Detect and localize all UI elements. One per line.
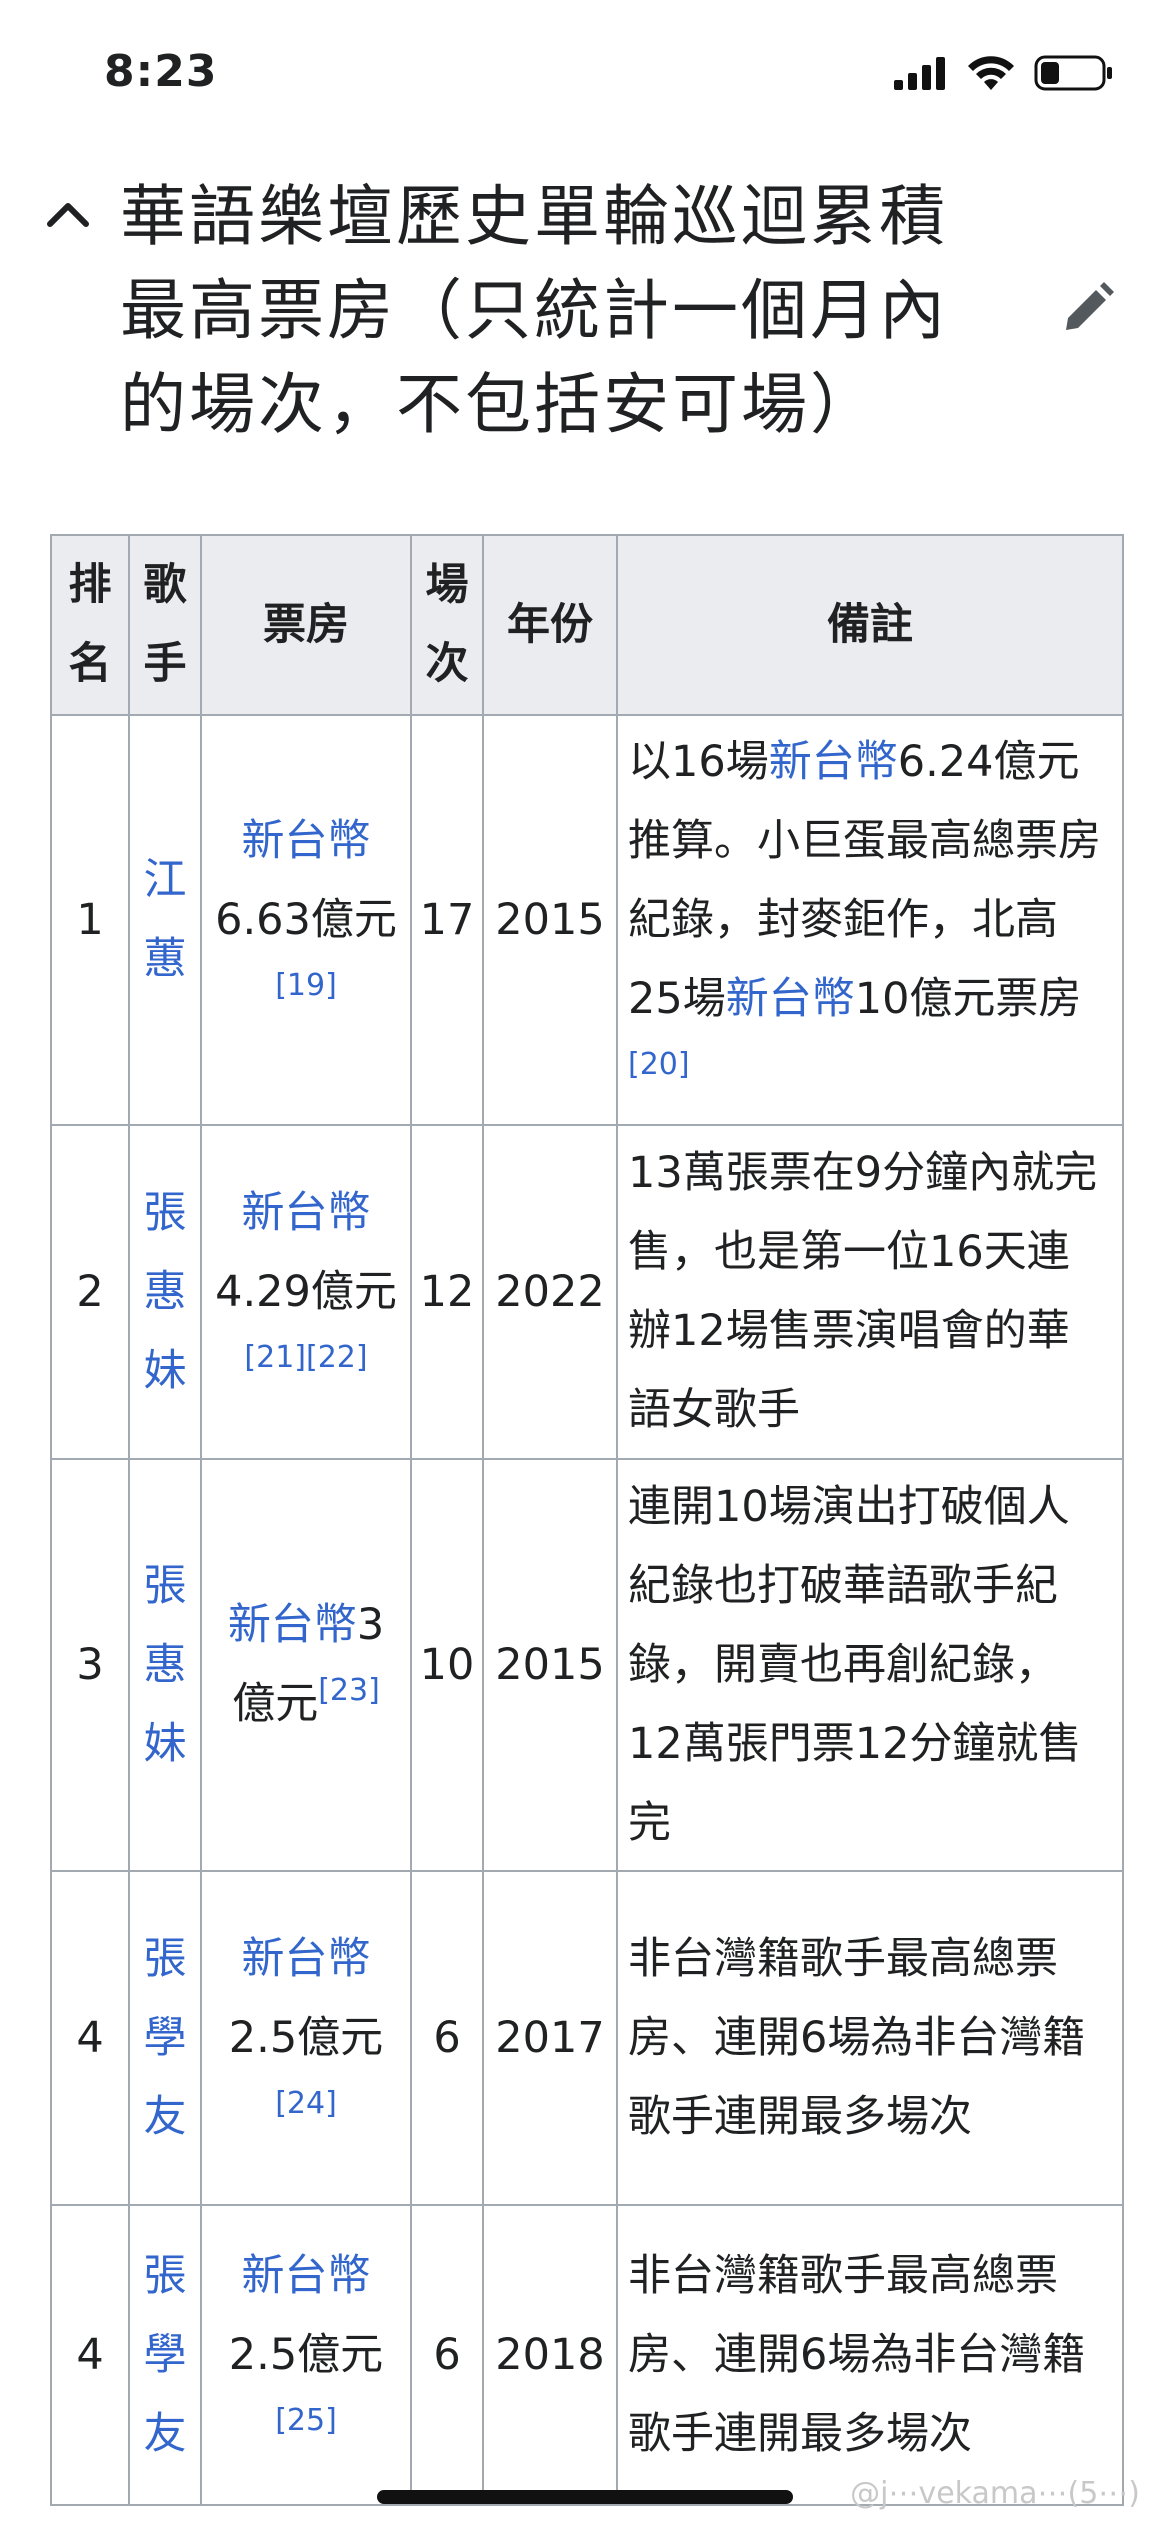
battery-icon (1034, 55, 1112, 91)
header-rank[interactable]: 排名 (50, 534, 130, 716)
page: 8:23 華語樂壇歷史單輪巡迴累積最高票房（只統計一個月內的場次，不包括安可場）… (0, 0, 1170, 2532)
section-heading: 華語樂壇歷史單輪巡迴累積最高票房（只統計一個月內的場次，不包括安可場） (0, 170, 1170, 654)
table-row: 4 張學友 新台幣 2.5億元 [25] 6 2018 非台灣籍歌手最高總票房、連開6場為非台… (50, 2204, 1124, 2506)
gross-amount: 2.5億元 (228, 2329, 384, 2380)
note-cell: 13萬張票在9分鐘內就完售，也是第一位16天連辦12場售票演唱會的華語女歌手 (616, 1124, 1124, 1460)
currency-link[interactable]: 新台幣 (242, 816, 371, 866)
wifi-icon (968, 56, 1014, 90)
citation-link[interactable]: [20] (628, 1047, 690, 1082)
gross-amount: 6.63億元 (215, 894, 397, 945)
singer-cell: 張學友 (128, 2204, 202, 2506)
pencil-edit-icon[interactable] (1060, 280, 1116, 336)
note-text: 非台灣籍歌手最高總票房、連開6場為非台灣籍歌手連開最多場次 (628, 1933, 1086, 2142)
rank-cell: 1 (50, 714, 130, 1126)
rank-cell: 4 (50, 2204, 130, 2506)
singer-link[interactable]: 江蕙 (143, 841, 187, 999)
shows-cell: 6 (410, 1870, 484, 2206)
rank-cell: 3 (50, 1458, 130, 1872)
table-body: 1 江蕙 新台幣6.63億元[19] 17 2015 以16場新台幣6.24億元推算。小巨… (50, 714, 1124, 2506)
note-text: 連開10場演出打破個人紀錄也打破華語歌手紀錄，開賣也再創紀錄，12萬張門票12分… (628, 1481, 1082, 1848)
shows-cell: 17 (410, 714, 484, 1126)
citation-link[interactable]: [25] (275, 2403, 337, 2438)
currency-link[interactable]: 新台幣 (242, 1934, 371, 1984)
box-office-table-wrapper: 排名 歌手 票房 場次 年份 備註 1 江蕙 新台幣6.63億元[19] 17 2015… (50, 534, 1124, 2506)
note-cell: 連開10場演出打破個人紀錄也打破華語歌手紀錄，開賣也再創紀錄，12萬張門票12分… (616, 1458, 1124, 1872)
citation-link[interactable]: [19] (275, 968, 337, 1003)
singer-cell: 張學友 (128, 1870, 202, 2206)
gross-cell: 新台幣 2.5億元 [24] (200, 1870, 412, 2206)
currency-link[interactable]: 新台幣 (242, 1188, 371, 1238)
currency-link[interactable]: 新台幣 (769, 737, 898, 787)
status-icons (894, 54, 1114, 92)
year-cell: 2017 (482, 1870, 618, 2206)
gross-cell: 新台幣 2.5億元 [25] (200, 2204, 412, 2506)
header-gross[interactable]: 票房 (200, 534, 412, 716)
year-cell: 2018 (482, 2204, 618, 2506)
note-text: 非台灣籍歌手最高總票房、連開6場為非台灣籍歌手連開最多場次 (628, 2250, 1086, 2459)
shows-cell: 10 (410, 1458, 484, 1872)
citation-link[interactable]: [21] (244, 1340, 306, 1375)
citation-link[interactable]: [23] (318, 1673, 380, 1708)
table-row: 3 張惠妹 新台幣3億元[23] 10 2015 連開10場演出打破個人紀錄也打破華語歌手… (50, 1458, 1124, 1872)
rank-cell: 2 (50, 1124, 130, 1460)
gross-amount: 4.29億元 (215, 1266, 397, 1317)
currency-link[interactable]: 新台幣 (726, 974, 855, 1024)
currency-link[interactable]: 新台幣 (242, 2251, 371, 2301)
note-text: 以16場 (628, 736, 769, 787)
singer-link[interactable]: 張學友 (143, 1920, 187, 2157)
year-cell: 2015 (482, 1458, 618, 1872)
home-indicator[interactable] (377, 2490, 793, 2504)
header-singer[interactable]: 歌手 (128, 534, 202, 716)
note-text: 10億元票房 (854, 973, 1082, 1024)
chevron-up-icon[interactable] (44, 192, 92, 240)
shows-cell: 12 (410, 1124, 484, 1460)
singer-cell: 張惠妹 (128, 1458, 202, 1872)
gross-cell: 新台幣3億元[23] (200, 1458, 412, 1872)
singer-cell: 張惠妹 (128, 1124, 202, 1460)
singer-link[interactable]: 張學友 (143, 2237, 187, 2474)
year-cell: 2015 (482, 714, 618, 1126)
status-time: 8:23 (104, 46, 218, 97)
citation-link[interactable]: [22] (306, 1340, 368, 1375)
note-cell: 以16場新台幣6.24億元推算。小巨蛋最高總票房紀錄，封麥鉅作，北高25場新台幣… (616, 714, 1124, 1126)
singer-link[interactable]: 張惠妹 (143, 1174, 187, 1411)
section-title: 華語樂壇歷史單輪巡迴累積最高票房（只統計一個月內的場次，不包括安可場） (120, 178, 948, 443)
table-row: 1 江蕙 新台幣6.63億元[19] 17 2015 以16場新台幣6.24億元推算。小巨… (50, 714, 1124, 1126)
note-cell: 非台灣籍歌手最高總票房、連開6場為非台灣籍歌手連開最多場次 (616, 1870, 1124, 2206)
header-notes[interactable]: 備註 (616, 534, 1124, 716)
gross-amount: 2.5億元 (228, 2012, 384, 2063)
cellular-signal-icon (894, 57, 945, 90)
gross-cell: 新台幣 4.29億元 [21][22] (200, 1124, 412, 1460)
header-shows[interactable]: 場次 (410, 534, 484, 716)
singer-cell: 江蕙 (128, 714, 202, 1126)
table-row: 4 張學友 新台幣 2.5億元 [24] 6 2017 非台灣籍歌手最高總票房、連開6場為非台… (50, 1870, 1124, 2206)
status-bar: 8:23 (0, 0, 1170, 150)
header-year[interactable]: 年份 (482, 534, 618, 716)
note-text: 13萬張票在9分鐘內就完售，也是第一位16天連辦12場售票演唱會的華語女歌手 (628, 1148, 1098, 1435)
citation-link[interactable]: [24] (275, 2086, 337, 2121)
note-cell: 非台灣籍歌手最高總票房、連開6場為非台灣籍歌手連開最多場次 (616, 2204, 1124, 2506)
table-header-row: 排名 歌手 票房 場次 年份 備註 (50, 534, 1124, 716)
year-cell: 2022 (482, 1124, 618, 1460)
currency-link[interactable]: 新台幣 (228, 1600, 357, 1650)
rank-cell: 4 (50, 1870, 130, 2206)
singer-link[interactable]: 張惠妹 (143, 1547, 187, 1784)
shows-cell: 6 (410, 2204, 484, 2506)
watermark: @j⋯vekama⋯(5⋯) (850, 2476, 1140, 2511)
box-office-table: 排名 歌手 票房 場次 年份 備註 1 江蕙 新台幣6.63億元[19] 17 2015… (50, 534, 1124, 2506)
gross-cell: 新台幣 6.63億元 [19] (200, 714, 412, 1126)
table-row: 2 張惠妹 新台幣 4.29億元 [21][22] 12 2022 13萬張票在9分鐘內就完售… (50, 1124, 1124, 1460)
